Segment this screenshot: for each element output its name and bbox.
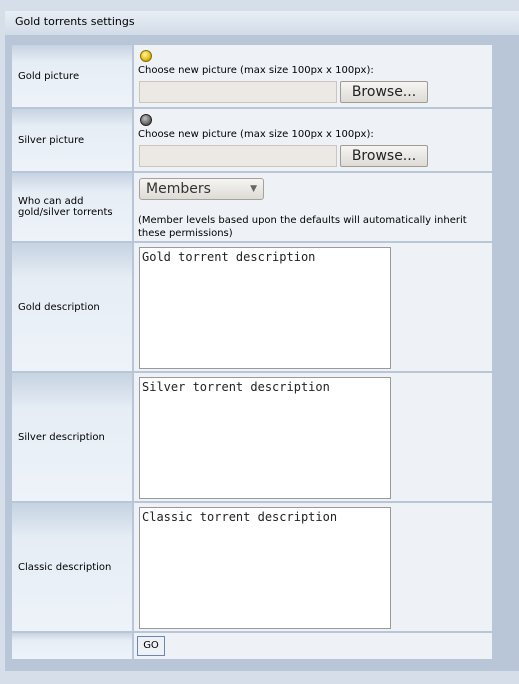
dropdown-arrow-icon: ▼ xyxy=(250,184,257,194)
panel-title: Gold torrents settings xyxy=(5,11,519,35)
member-level-select[interactable]: Members ▼ xyxy=(139,178,264,200)
silver-description-textarea[interactable]: Silver torrent description xyxy=(139,377,391,499)
row-gold-description: Gold description Gold torrent descriptio… xyxy=(12,243,492,371)
row-classic-description: Classic description Classic torrent desc… xyxy=(12,503,492,631)
row-content: Members ▼ (Member levels based upon the … xyxy=(134,173,492,241)
row-content: GO xyxy=(134,633,492,659)
permissions-note: (Member levels based upon the defaults w… xyxy=(138,215,467,239)
row-label: Gold description xyxy=(12,243,132,371)
row-label: Gold picture xyxy=(12,45,132,107)
row-label: Silver picture xyxy=(12,109,132,171)
gold-description-textarea[interactable]: Gold torrent description xyxy=(139,247,391,369)
gold-coin-icon xyxy=(140,50,152,62)
row-label: Silver description xyxy=(12,373,132,501)
go-button[interactable]: GO xyxy=(137,636,165,656)
choose-picture-text: Choose new picture (max size 100px x 100… xyxy=(138,129,374,140)
silver-coin-icon xyxy=(140,114,152,126)
row-who-can-add: Who can add gold/silver torrents Members… xyxy=(12,173,492,241)
gold-picture-file-field[interactable] xyxy=(139,81,337,103)
row-submit: GO xyxy=(12,633,492,659)
choose-picture-text: Choose new picture (max size 100px x 100… xyxy=(138,65,374,76)
row-silver-description: Silver description Silver torrent descri… xyxy=(12,373,492,501)
row-gold-picture: Gold picture Choose new picture (max siz… xyxy=(12,45,492,107)
row-content: Classic torrent description xyxy=(134,503,492,631)
row-silver-picture: Silver picture Choose new picture (max s… xyxy=(12,109,492,171)
row-label: Classic description xyxy=(12,503,132,631)
row-content: Choose new picture (max size 100px x 100… xyxy=(134,109,492,171)
silver-browse-button[interactable]: Browse... xyxy=(340,145,428,167)
classic-description-textarea[interactable]: Classic torrent description xyxy=(139,507,391,629)
settings-panel: Gold torrents settings Gold picture Choo… xyxy=(5,11,519,671)
row-content: Silver torrent description xyxy=(134,373,492,501)
select-value: Members xyxy=(146,181,211,197)
silver-picture-file-field[interactable] xyxy=(139,145,337,167)
row-label: Who can add gold/silver torrents xyxy=(12,173,132,241)
gold-browse-button[interactable]: Browse... xyxy=(340,81,428,103)
row-content: Gold torrent description xyxy=(134,243,492,371)
row-label-empty xyxy=(12,633,132,659)
row-content: Choose new picture (max size 100px x 100… xyxy=(134,45,492,107)
